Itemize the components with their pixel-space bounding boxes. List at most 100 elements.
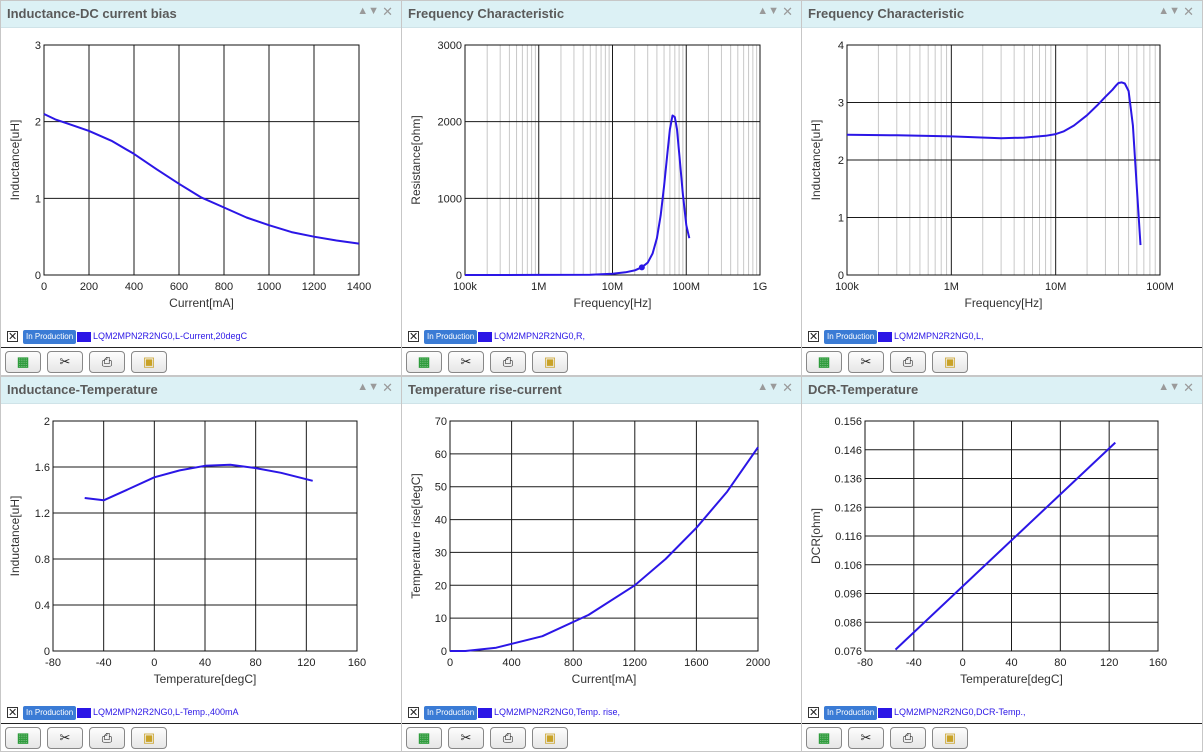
x-tick-label: 10M xyxy=(1045,281,1066,293)
status-badge: In Production xyxy=(824,706,878,720)
panel-inductance-temperature: Inductance-Temperature ▲▼ ✕ -80 -40 0 40 80 1… xyxy=(0,376,402,752)
close-icon[interactable]: ✕ xyxy=(1183,4,1194,20)
x-tick-label: 160 xyxy=(348,657,366,669)
image-button[interactable]: ▣ xyxy=(932,351,968,373)
image-button[interactable]: ▣ xyxy=(532,351,568,373)
x-tick-label: 120 xyxy=(1100,657,1118,669)
export-button[interactable]: ▦ xyxy=(806,727,842,749)
chart-area: -80 -40 0 40 80 120 160 0.076 0.086 0.096 0.106 0.1… xyxy=(809,416,1167,686)
x-tick-label: 1400 xyxy=(347,281,371,293)
legend-label: LQM2MPN2R2NG0,R, xyxy=(494,331,586,341)
image-button[interactable]: ▣ xyxy=(932,727,968,749)
export-icon: ▦ xyxy=(16,730,30,745)
chart-toolbar: ▦ ✂ ⎙ ▣ xyxy=(402,723,801,754)
status-badge: In Production xyxy=(424,706,478,720)
tools-button[interactable]: ✂ xyxy=(848,727,884,749)
close-icon[interactable]: ✕ xyxy=(1183,380,1194,396)
y-axis-label: Inductance[uH] xyxy=(8,120,22,201)
tools-icon: ✂ xyxy=(59,730,71,745)
close-icon[interactable]: ✕ xyxy=(382,4,393,20)
collapse-icon[interactable]: ▲▼ xyxy=(757,381,779,393)
print-button[interactable]: ⎙ xyxy=(890,727,926,749)
y-tick-label: 0 xyxy=(441,646,447,658)
y-tick-label: 0.146 xyxy=(834,445,862,457)
export-button[interactable]: ▦ xyxy=(406,351,442,373)
panel-header: Inductance-DC current bias ▲▼ ✕ xyxy=(1,1,401,28)
print-button[interactable]: ⎙ xyxy=(490,351,526,373)
panel-header: Frequency Characteristic ▲▼ ✕ xyxy=(402,1,801,28)
export-button[interactable]: ▦ xyxy=(406,727,442,749)
x-tick-label: 0 xyxy=(960,657,966,669)
chart-toolbar: ▦ ✂ ⎙ ▣ xyxy=(402,347,801,378)
chart-toolbar: ▦ ✂ ⎙ ▣ xyxy=(802,723,1202,754)
export-icon: ▦ xyxy=(817,730,831,745)
collapse-icon[interactable]: ▲▼ xyxy=(357,381,379,393)
y-tick-label: 1000 xyxy=(438,193,462,205)
tools-button[interactable]: ✂ xyxy=(448,727,484,749)
tools-button[interactable]: ✂ xyxy=(448,351,484,373)
export-button[interactable]: ▦ xyxy=(806,351,842,373)
panel-title: Temperature rise-current xyxy=(408,382,562,397)
y-tick-label: 2 xyxy=(44,416,50,428)
image-icon: ▣ xyxy=(943,354,957,369)
image-button[interactable]: ▣ xyxy=(131,351,167,373)
tools-button[interactable]: ✂ xyxy=(47,351,83,373)
image-icon: ▣ xyxy=(543,730,557,745)
panel-title: Inductance-Temperature xyxy=(7,382,158,397)
y-tick-label: 10 xyxy=(435,613,447,625)
legend-swatch xyxy=(478,332,492,342)
series-line xyxy=(84,463,313,502)
y-tick-label: 1 xyxy=(838,213,844,225)
legend-checkbox[interactable]: ✕ xyxy=(808,707,819,719)
y-tick-label: 0 xyxy=(838,270,844,282)
x-tick-label: 160 xyxy=(1149,657,1167,669)
collapse-icon[interactable]: ▲▼ xyxy=(757,5,779,17)
close-icon[interactable]: ✕ xyxy=(382,380,393,396)
collapse-icon[interactable]: ▲▼ xyxy=(1158,381,1180,393)
panel-title: Frequency Characteristic xyxy=(808,6,965,21)
close-icon[interactable]: ✕ xyxy=(782,4,793,20)
x-tick-label: -40 xyxy=(96,657,112,669)
print-button[interactable]: ⎙ xyxy=(490,727,526,749)
print-button[interactable]: ⎙ xyxy=(890,351,926,373)
print-button[interactable]: ⎙ xyxy=(89,727,125,749)
collapse-icon[interactable]: ▲▼ xyxy=(357,5,379,17)
y-tick-label: 70 xyxy=(435,416,447,428)
image-icon: ▣ xyxy=(943,730,957,745)
print-icon: ⎙ xyxy=(902,354,914,369)
x-tick-label: 1G xyxy=(753,281,768,293)
legend-swatch xyxy=(77,332,91,342)
y-tick-label: 0.136 xyxy=(834,474,862,486)
series-line xyxy=(450,446,759,652)
x-tick-label: 0 xyxy=(41,281,47,293)
y-axis-label: Temperature rise[degC] xyxy=(409,473,423,598)
collapse-icon[interactable]: ▲▼ xyxy=(1158,5,1180,17)
legend-label: LQM2MPN2R2NG0,DCR-Temp., xyxy=(894,707,1026,717)
export-button[interactable]: ▦ xyxy=(5,351,41,373)
legend-checkbox[interactable]: ✕ xyxy=(408,331,419,343)
y-tick-label: 3 xyxy=(838,98,844,110)
y-tick-label: 0.4 xyxy=(35,600,50,612)
x-tick-label: 800 xyxy=(215,281,233,293)
tools-button[interactable]: ✂ xyxy=(47,727,83,749)
print-button[interactable]: ⎙ xyxy=(89,351,125,373)
y-tick-label: 1.6 xyxy=(35,462,50,474)
export-button[interactable]: ▦ xyxy=(5,727,41,749)
legend-checkbox[interactable]: ✕ xyxy=(408,707,419,719)
image-button[interactable]: ▣ xyxy=(131,727,167,749)
x-tick-label: -80 xyxy=(45,657,61,669)
status-badge: In Production xyxy=(424,330,478,344)
legend-checkbox[interactable]: ✕ xyxy=(7,331,18,343)
close-icon[interactable]: ✕ xyxy=(782,380,793,396)
tools-button[interactable]: ✂ xyxy=(848,351,884,373)
image-button[interactable]: ▣ xyxy=(532,727,568,749)
x-axis-label: Temperature[degC] xyxy=(154,672,257,686)
y-tick-label: 0.106 xyxy=(834,560,862,572)
legend-checkbox[interactable]: ✕ xyxy=(808,331,819,343)
panel-frequency-resistance: Frequency Characteristic ▲▼ ✕ 100k 1M 10M 1… xyxy=(401,0,802,376)
image-icon: ▣ xyxy=(142,354,156,369)
y-tick-label: 0.116 xyxy=(835,531,862,543)
series-line xyxy=(464,114,691,276)
legend-checkbox[interactable]: ✕ xyxy=(7,707,18,719)
y-tick-label: 0.096 xyxy=(834,589,862,601)
